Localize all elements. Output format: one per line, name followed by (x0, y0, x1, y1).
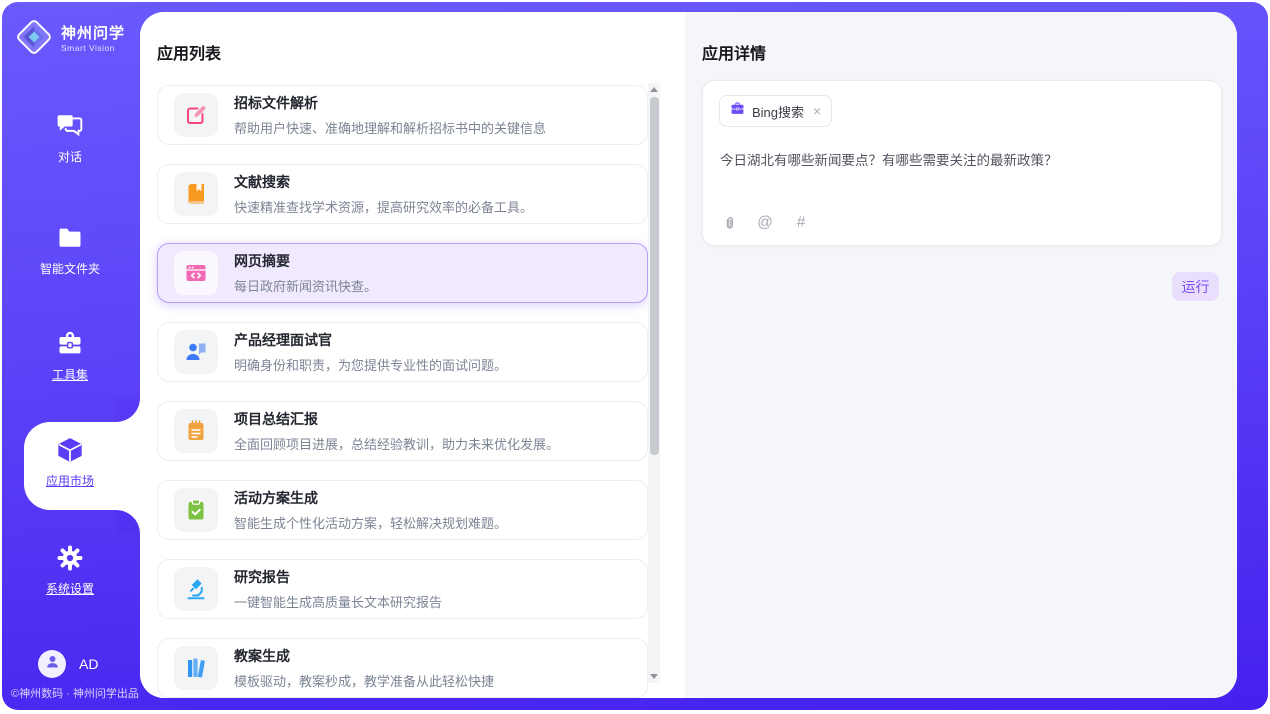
app-list-title: 应用列表 (157, 40, 221, 64)
app-item-description: 一键智能生成高质量长文本研究报告 (234, 592, 442, 611)
clipboard-check-icon (174, 488, 218, 532)
app-list-item[interactable]: 研究报告一键智能生成高质量长文本研究报告 (157, 559, 648, 619)
app-item-description: 明确身份和职责，为您提供专业性的面试问题。 (234, 355, 507, 374)
app-item-description: 快速精准查找学术资源，提高研究效率的必备工具。 (234, 197, 533, 216)
app-item-title: 文献搜索 (234, 172, 533, 192)
app-item-title: 网页摘要 (234, 251, 377, 271)
app-item-description: 智能生成个性化活动方案，轻松解决规划难题。 (234, 513, 507, 532)
diamond-logo-icon (15, 18, 53, 61)
app-detail-title: 应用详情 (702, 40, 766, 64)
interviewer-icon (174, 330, 218, 374)
folder-icon (56, 224, 84, 252)
tool-chip-bing-search[interactable]: Bing搜索 × (719, 95, 832, 127)
close-icon[interactable]: × (813, 104, 821, 118)
brand-logo: 神州问学 Smart Vision (0, 18, 140, 61)
app-detail-panel: 应用详情 Bing搜索 × 今日湖北有哪些新闻要点？有哪些需要关注的最新政策？ … (685, 12, 1237, 698)
user-initials: AD (79, 656, 98, 672)
list-scrollbar[interactable] (648, 83, 660, 683)
scroll-down-arrow-icon[interactable] (648, 670, 660, 683)
sidebar-item-label: 系统设置 (46, 580, 94, 597)
sidebar-item-toolset[interactable]: 工具集 (0, 330, 140, 383)
person-icon (44, 653, 61, 675)
sidebar-item-app-market[interactable]: 应用市场 (0, 436, 140, 489)
app-list-item[interactable]: 项目总结汇报全面回顾项目进展，总结经验教训，助力未来优化发展。 (157, 401, 648, 461)
app-list-item[interactable]: 网页摘要每日政府新闻资讯快查。 (157, 243, 648, 303)
app-item-title: 教案生成 (234, 646, 494, 666)
sidebar: 神州问学 Smart Vision 对话智能文件夹工具集应用市场系统设置 AD … (0, 2, 140, 710)
scroll-up-arrow-icon[interactable] (648, 83, 660, 96)
main-content: 应用列表 招标文件解析帮助用户快速、准确地理解和解析招标书中的关键信息文献搜索快… (140, 12, 1237, 698)
notebook-icon (174, 409, 218, 453)
app-item-title: 研究报告 (234, 567, 442, 587)
app-list-item[interactable]: 文献搜索快速精准查找学术资源，提高研究效率的必备工具。 (157, 164, 648, 224)
prompt-text[interactable]: 今日湖北有哪些新闻要点？有哪些需要关注的最新政策？ (720, 151, 1205, 171)
gear-icon (56, 544, 84, 572)
bubble-flare-top (116, 398, 140, 422)
prompt-toolbar: @ # (720, 214, 810, 232)
app-item-title: 招标文件解析 (234, 93, 546, 113)
app-list-item[interactable]: 活动方案生成智能生成个性化活动方案，轻松解决规划难题。 (157, 480, 648, 540)
app-list-item[interactable]: 招标文件解析帮助用户快速、准确地理解和解析招标书中的关键信息 (157, 85, 648, 145)
at-icon[interactable]: @ (756, 214, 774, 232)
app-list-item[interactable]: 教案生成模板驱动，教案秒成，教学准备从此轻松快捷 (157, 638, 648, 698)
app-list-item[interactable]: 产品经理面试官明确身份和职责，为您提供专业性的面试问题。 (157, 322, 648, 382)
sidebar-item-label: 应用市场 (46, 472, 94, 489)
paperclip-icon[interactable] (720, 214, 738, 232)
microscope-icon (174, 567, 218, 611)
sidebar-item-label: 对话 (58, 148, 82, 165)
sidebar-item-settings[interactable]: 系统设置 (0, 544, 140, 597)
briefcase-icon (730, 101, 745, 121)
run-button[interactable]: 运行 (1172, 272, 1219, 301)
app-item-description: 每日政府新闻资讯快查。 (234, 276, 377, 295)
toolbox-icon (56, 330, 84, 358)
sidebar-item-label: 工具集 (52, 366, 88, 383)
app-list-panel: 应用列表 招标文件解析帮助用户快速、准确地理解和解析招标书中的关键信息文献搜索快… (140, 12, 685, 698)
app-item-title: 项目总结汇报 (234, 409, 559, 429)
bubble-flare-bottom (116, 510, 140, 534)
app-item-title: 产品经理面试官 (234, 330, 507, 350)
brand-name: 神州问学 (61, 26, 125, 42)
tool-chip-label: Bing搜索 (752, 102, 804, 121)
sidebar-item-smart-folders[interactable]: 智能文件夹 (0, 224, 140, 277)
hash-icon[interactable]: # (792, 214, 810, 232)
browser-code-icon (174, 251, 218, 295)
chat-icon (56, 112, 84, 140)
avatar (38, 650, 66, 678)
edit-icon (174, 93, 218, 137)
user-account[interactable]: AD (38, 650, 98, 678)
prompt-card[interactable]: Bing搜索 × 今日湖北有哪些新闻要点？有哪些需要关注的最新政策？ @ # (702, 80, 1222, 246)
app-item-description: 帮助用户快速、准确地理解和解析招标书中的关键信息 (234, 118, 546, 137)
app-item-description: 全面回顾项目进展，总结经验教训，助力未来优化发展。 (234, 434, 559, 453)
sidebar-item-label: 智能文件夹 (40, 260, 100, 277)
book-icon (174, 172, 218, 216)
app-item-title: 活动方案生成 (234, 488, 507, 508)
brand-subtitle: Smart Vision (61, 44, 125, 53)
copyright-footer: ©神州数码 · 神州问学出品 (0, 685, 150, 701)
scrollbar-thumb[interactable] (650, 97, 659, 455)
app-list: 招标文件解析帮助用户快速、准确地理解和解析招标书中的关键信息文献搜索快速精准查找… (157, 85, 648, 698)
cube-icon (56, 436, 84, 464)
sidebar-item-chat[interactable]: 对话 (0, 112, 140, 165)
app-item-description: 模板驱动，教案秒成，教学准备从此轻松快捷 (234, 671, 494, 690)
books-icon (174, 646, 218, 690)
